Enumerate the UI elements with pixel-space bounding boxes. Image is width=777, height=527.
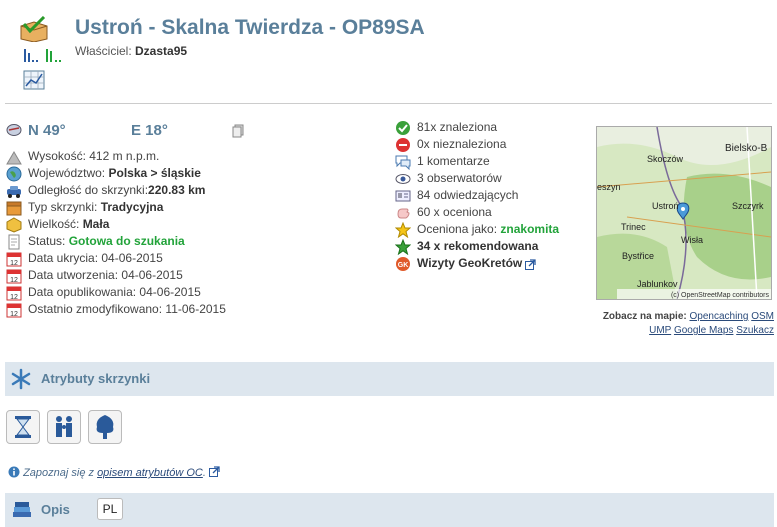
map-label-cieszyn: eszyn	[597, 182, 621, 192]
attributes-note: Zapoznaj się z opisem atrybutów OC.	[8, 466, 220, 479]
compass-icon	[6, 123, 22, 137]
detail-distance: Odległość do skrzynki: 220.83 km	[6, 182, 226, 199]
calendar-icon: 12	[6, 268, 22, 284]
snowflake-icon	[10, 368, 32, 390]
detail-region: Województwo: Polska > śląskie	[6, 165, 226, 182]
map-label-skoczow: Skoczów	[647, 154, 684, 164]
stat-not-found: 0x nieznaleziona	[395, 136, 559, 153]
map-link-google-maps[interactable]: Google Maps	[674, 325, 733, 336]
chart-icon[interactable]	[23, 70, 45, 90]
detail-altitude: Wysokość: 412 m n.p.m.	[6, 148, 226, 165]
svg-text:12: 12	[10, 311, 18, 318]
external-link-icon[interactable]	[525, 258, 536, 270]
mountain-icon	[6, 149, 22, 165]
id-card-icon	[395, 188, 411, 204]
stat-watchers: 3 obserwatorów	[395, 170, 559, 187]
map-attribution: (c) OpenStreetMap contributors	[671, 292, 770, 299]
map-label-ustron: Ustroń	[652, 201, 679, 211]
geokret-icon: GK	[395, 256, 411, 272]
see-on-map-label: Zobacz na mapie:	[602, 311, 687, 322]
stat-comments: 1 komentarze	[395, 153, 559, 170]
stat-geokrets[interactable]: GK Wizyty GeoKretów	[395, 255, 559, 272]
attribute-tree-icon[interactable]	[88, 410, 122, 444]
map-links: Zobacz na mapie: Opencaching OSM UMP Goo…	[590, 310, 774, 338]
page-title: Ustroń - Skalna Twierdza - OP89SA	[75, 16, 425, 39]
size-box-icon	[6, 216, 22, 233]
map-label-wisla: Wisła	[681, 235, 703, 245]
map-link-osm[interactable]: OSM	[751, 311, 774, 322]
coord-lat: N 49°	[28, 122, 66, 139]
eye-icon	[395, 171, 411, 187]
cache-box-icon	[6, 200, 22, 216]
recommend-star-icon	[394, 238, 412, 255]
detail-created-date: 12 Data utworzenia: 04-06-2015	[6, 267, 226, 284]
map-label-szczyrk: Szczyrk	[732, 201, 764, 211]
stat-ratings: 60 x oceniona	[395, 204, 559, 221]
external-link-icon[interactable]	[208, 466, 220, 477]
detail-size: Wielkość: Mała	[6, 216, 226, 233]
attributes-header: Atrybuty skrzynki	[5, 362, 774, 396]
stat-visitors: 84 odwiedzających	[395, 187, 559, 204]
map-label-bielsko: Bielsko-B	[725, 143, 768, 154]
attributes-docs-link[interactable]: opisem atrybutów OC	[97, 467, 203, 479]
globe-icon	[6, 166, 22, 182]
minus-circle-icon	[395, 137, 411, 153]
map-link-opencaching[interactable]: Opencaching	[690, 311, 749, 322]
map-label-trinec: Trinec	[621, 222, 646, 232]
stat-rated: Oceniona jako: znakomita	[394, 221, 559, 238]
map-preview[interactable]: Bielsko-B Skoczów eszyn Ustroń Szczyrk T…	[596, 126, 772, 300]
star-icon	[394, 221, 412, 238]
owner-line: Właściciel: Dzasta95	[75, 44, 187, 58]
detail-type: Typ skrzynki: Tradycyjna	[6, 199, 226, 216]
map-link-ump[interactable]: UMP	[649, 325, 671, 336]
detail-modified-date: 12 Ostatnio zmodyfikowano: 11-06-2015	[6, 301, 226, 318]
calendar-icon: 12	[6, 302, 22, 318]
speech-bubble-icon	[395, 154, 411, 170]
stats-bars-icon	[22, 47, 66, 63]
detail-status: Status: Gotowa do szukania	[6, 233, 226, 250]
coord-lon: E 18°	[131, 122, 168, 139]
stat-found: 81x znaleziona	[395, 119, 559, 136]
svg-text:12: 12	[10, 260, 18, 267]
map-label-bystrice: Bystřice	[622, 251, 654, 261]
check-circle-icon	[395, 120, 411, 136]
detail-published-date: 12 Data opublikowania: 04-06-2015	[6, 284, 226, 301]
attributes-title: Atrybuty skrzynki	[41, 371, 151, 386]
svg-text:12: 12	[10, 277, 18, 284]
attribute-family-icon[interactable]	[47, 410, 81, 444]
svg-text:GK: GK	[398, 262, 409, 269]
stats-list: 81x znaleziona 0x nieznaleziona 1 koment…	[394, 119, 559, 272]
svg-text:12: 12	[10, 294, 18, 301]
stat-recommended: 34 x rekomendowana	[394, 238, 559, 255]
copy-icon[interactable]	[232, 124, 244, 138]
attribute-hourglass-icon[interactable]	[6, 410, 40, 444]
map-label-jablunkov: Jablunkov	[637, 279, 678, 289]
divider	[5, 103, 772, 104]
owner-label: Właściciel:	[75, 44, 132, 58]
traditional-cache-icon	[18, 15, 50, 43]
document-icon	[6, 234, 22, 250]
details-list: Wysokość: 412 m n.p.m. Województwo: Pols…	[6, 148, 226, 318]
car-icon	[6, 183, 22, 199]
calendar-icon: 12	[6, 285, 22, 301]
books-icon	[11, 499, 33, 521]
info-icon	[8, 466, 20, 478]
detail-hidden-date: 12 Data ukrycia: 04-06-2015	[6, 250, 226, 267]
owner-name[interactable]: Dzasta95	[135, 44, 187, 58]
calendar-icon: 12	[6, 251, 22, 267]
map-link-szukacz[interactable]: Szukacz	[736, 325, 774, 336]
hand-icon	[395, 205, 411, 221]
description-header: Opis PL	[5, 493, 774, 527]
language-pl-button[interactable]: PL	[97, 498, 123, 520]
description-title: Opis	[41, 502, 70, 517]
